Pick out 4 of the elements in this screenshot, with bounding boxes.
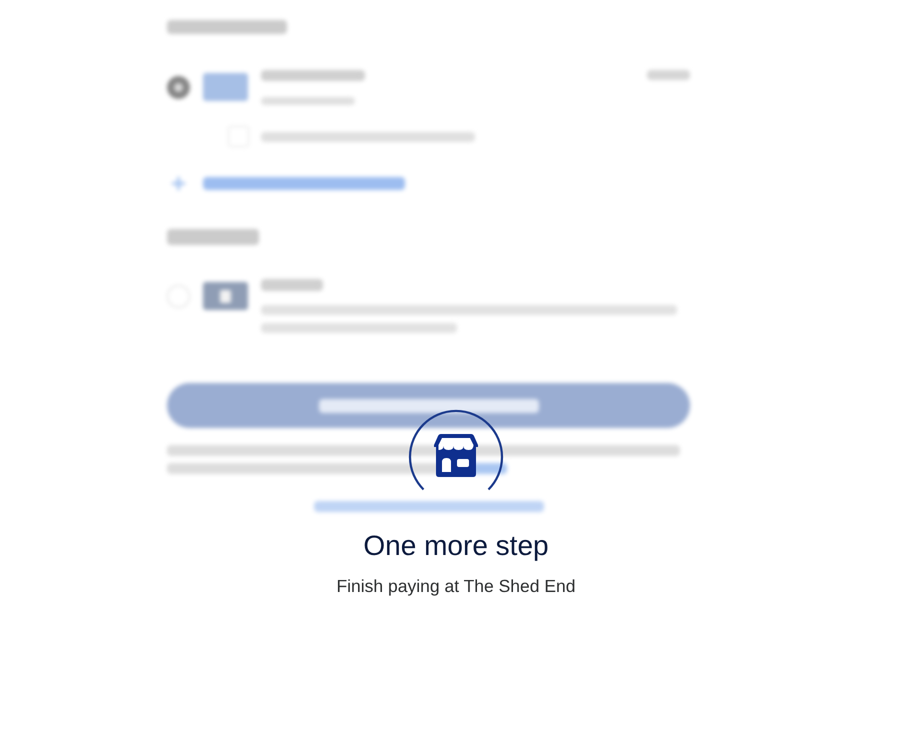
store-icon <box>433 433 479 477</box>
overlay-title: One more step <box>363 529 549 563</box>
overlay-message: Finish paying at The Shed End <box>336 575 576 598</box>
progress-ring-icon <box>408 409 504 491</box>
